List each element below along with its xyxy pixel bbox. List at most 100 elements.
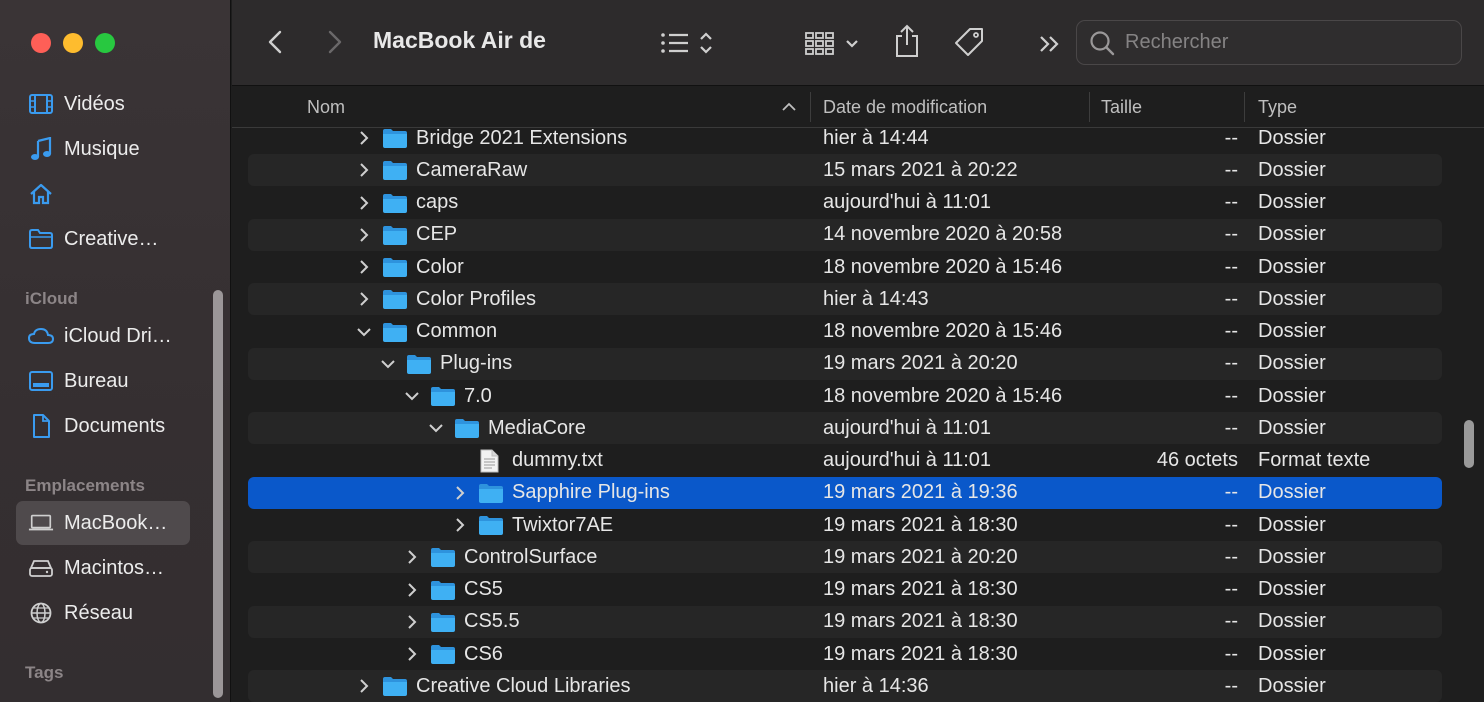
table-row[interactable]: Twixtor7AE 19 mars 2021 à 18:30 -- Dossier (248, 509, 1442, 541)
share-button[interactable] (892, 22, 922, 60)
sidebar-item-creative[interactable]: Creative… (16, 217, 190, 261)
folder-icon (382, 127, 408, 149)
table-row[interactable]: Sapphire Plug-ins 19 mars 2021 à 19:36 -- D… (248, 476, 1442, 509)
view-mode-button[interactable] (658, 26, 720, 60)
folder-icon (430, 579, 456, 601)
sidebar-scrollbar[interactable] (213, 290, 223, 698)
modified-date: hier à 14:36 (823, 674, 929, 697)
table-row[interactable]: CS5 19 mars 2021 à 18:30 -- Dossier (248, 574, 1442, 606)
forward-button[interactable] (320, 26, 350, 58)
table-row[interactable]: Color Profiles hier à 14:43 -- Dossier (248, 283, 1442, 316)
sidebar-item-reseau[interactable]: Réseau (16, 591, 190, 635)
table-row[interactable]: Common 18 novembre 2020 à 15:46 -- Dossier (248, 316, 1442, 348)
name-cell: dummy.txt (450, 445, 603, 477)
file-name: CS5 (464, 578, 503, 600)
file-name: Color Profiles (416, 287, 537, 310)
table-row[interactable]: Color 18 novembre 2020 à 15:46 -- Dossier (248, 251, 1442, 283)
chevron-down-icon[interactable] (354, 322, 374, 342)
table-row[interactable]: CS6 19 mars 2021 à 18:30 -- Dossier (248, 638, 1442, 670)
sidebar-item-label: Bureau (64, 369, 129, 392)
search-input[interactable] (1125, 31, 1445, 54)
chevron-right-icon[interactable] (354, 676, 374, 696)
table-row[interactable]: dummy.txt aujourd'hui à 11:01 46 octets For… (248, 445, 1442, 477)
table-row[interactable]: 7.0 18 novembre 2020 à 15:46 -- Dossier (248, 380, 1442, 412)
column-separator[interactable] (1244, 92, 1245, 122)
table-row[interactable]: CEP 14 novembre 2020 à 20:58 -- Dossier (248, 218, 1442, 251)
file-name: CS5.5 (464, 610, 520, 633)
file-size: -- (1224, 191, 1238, 213)
name-cell: CS6 (402, 638, 503, 670)
file-size: -- (1224, 513, 1238, 536)
file-type: Dossier (1258, 158, 1326, 181)
table-row[interactable]: Plug-ins 19 mars 2021 à 20:20 -- Dossier (248, 347, 1442, 380)
minimize-window-button[interactable] (63, 33, 83, 53)
table-row[interactable]: Creative Cloud Libraries hier à 14:36 -- Do… (248, 670, 1442, 702)
sidebar-item-videos[interactable]: Vidéos (16, 82, 190, 126)
search-field[interactable] (1076, 20, 1462, 65)
music-note-icon (28, 136, 54, 162)
chevron-right-icon[interactable] (354, 225, 374, 245)
name-cell: CEP (354, 219, 457, 251)
group-button[interactable] (804, 26, 864, 60)
grid-icon (805, 32, 858, 55)
file-name: Creative Cloud Libraries (416, 674, 631, 697)
chevron-right-icon[interactable] (402, 580, 422, 600)
chevron-right-icon[interactable] (354, 289, 374, 309)
sidebar-item-icloud-drive[interactable]: iCloud Dri… (16, 314, 190, 358)
table-row[interactable]: MediaCore aujourd'hui à 11:01 -- Dossier (248, 412, 1442, 445)
folder-icon (478, 482, 504, 504)
table-row[interactable]: caps aujourd'hui à 11:01 -- Dossier (248, 187, 1442, 219)
window-title: MacBook Air de (373, 27, 546, 53)
file-size: -- (1224, 610, 1238, 633)
chevron-right-icon[interactable] (402, 644, 422, 664)
search-icon (1090, 30, 1115, 55)
name-cell: MediaCore (426, 412, 586, 444)
more-toolbar-button[interactable] (1036, 30, 1064, 58)
toolbar: MacBook Air de (232, 0, 1484, 86)
back-button[interactable] (260, 26, 290, 58)
sidebar-item-bureau[interactable]: Bureau (16, 359, 190, 403)
modified-date: 14 novembre 2020 à 20:58 (823, 223, 1063, 246)
modified-date: aujourd'hui à 11:01 (823, 416, 992, 439)
chevron-right-icon[interactable] (354, 193, 374, 213)
chevron-down-icon[interactable] (426, 418, 446, 438)
file-type: Dossier (1258, 545, 1326, 568)
column-separator[interactable] (810, 92, 811, 122)
modified-date: 19 mars 2021 à 18:30 (823, 513, 1018, 536)
table-row[interactable]: CameraRaw 15 mars 2021 à 20:22 -- Dossier (248, 154, 1442, 187)
column-separator[interactable] (1089, 92, 1090, 122)
close-window-button[interactable] (31, 33, 51, 53)
chevron-right-icon[interactable] (354, 257, 374, 277)
sidebar-section-locations: Emplacements (25, 476, 145, 495)
sidebar-item-macbook[interactable]: MacBook… (16, 501, 190, 545)
sidebar-item-documents[interactable]: Documents (16, 404, 190, 448)
sidebar-item-music[interactable]: Musique (16, 127, 190, 171)
chevron-right-icon[interactable] (402, 547, 422, 567)
list-scrollbar[interactable] (1464, 420, 1474, 468)
folder-icon (478, 514, 504, 536)
file-type: Dossier (1258, 642, 1326, 665)
chevron-down-icon[interactable] (378, 354, 398, 374)
sidebar-item-label: iCloud Dri… (64, 324, 172, 347)
sidebar-item-macintosh[interactable]: Macintos… (16, 546, 190, 590)
chevron-right-icon[interactable] (450, 483, 470, 503)
chevron-right-icon[interactable] (450, 515, 470, 535)
sidebar-item-label: Creative… (64, 227, 159, 250)
text-file-icon (478, 449, 504, 472)
film-icon (28, 91, 54, 117)
chevron-right-icon[interactable] (402, 612, 422, 632)
sidebar: Vidéos Musique Creative… iCloud iCloud D… (0, 0, 231, 702)
folder-icon (382, 321, 408, 343)
chevron-right-icon[interactable] (354, 128, 374, 148)
file-size: -- (1224, 320, 1238, 342)
tag-button[interactable] (952, 24, 986, 60)
file-size: -- (1224, 481, 1238, 504)
sidebar-item-home[interactable] (16, 172, 190, 216)
modified-date: 19 mars 2021 à 20:20 (823, 545, 1018, 568)
table-row[interactable]: Bridge 2021 Extensions hier à 14:44 -- Doss… (248, 122, 1442, 154)
chevron-down-icon[interactable] (402, 386, 422, 406)
table-row[interactable]: ControlSurface 19 mars 2021 à 20:20 -- Doss… (248, 541, 1442, 574)
table-row[interactable]: CS5.5 19 mars 2021 à 18:30 -- Dossier (248, 605, 1442, 638)
zoom-window-button[interactable] (95, 33, 115, 53)
chevron-right-icon[interactable] (354, 160, 374, 180)
